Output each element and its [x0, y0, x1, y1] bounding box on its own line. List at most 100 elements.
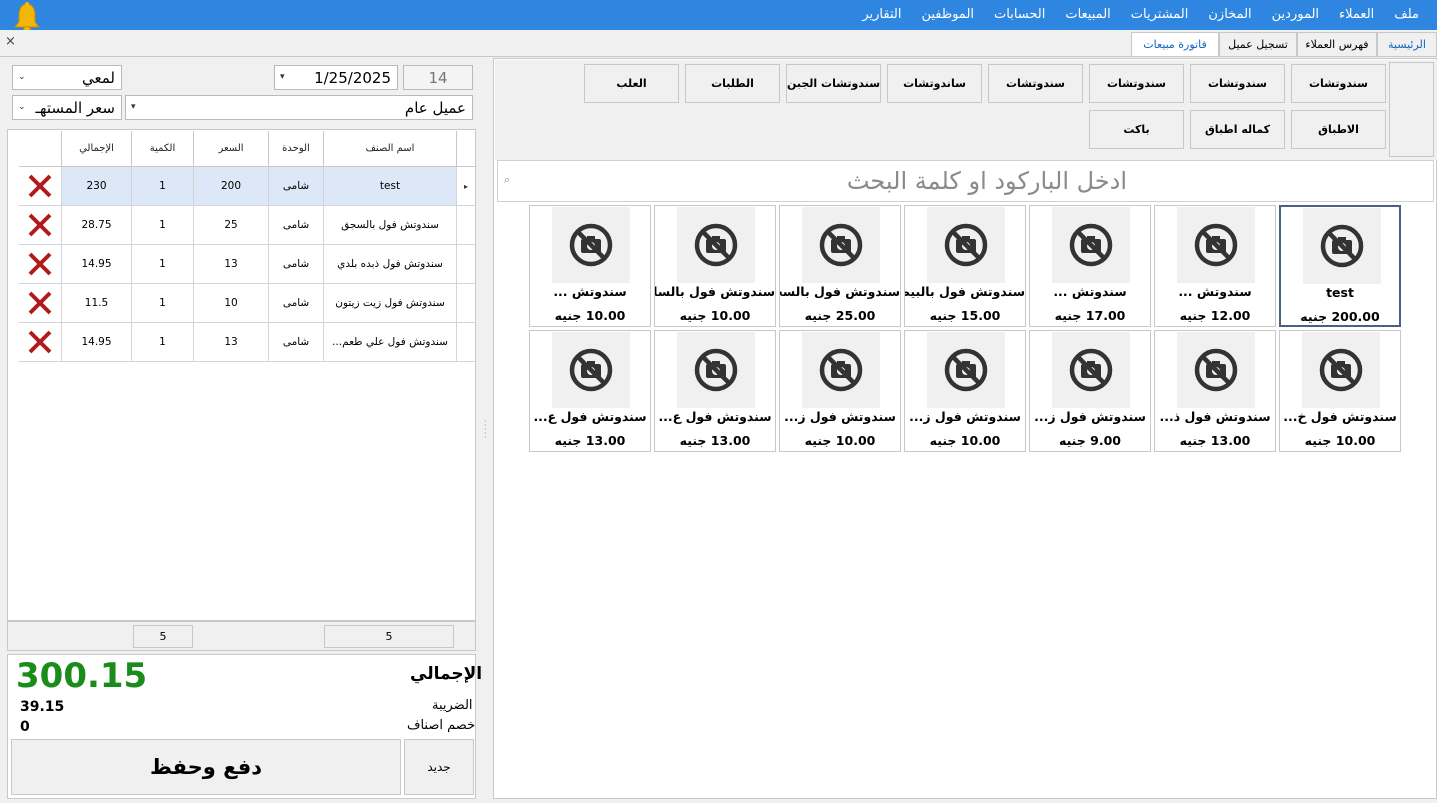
product-tile[interactable]: سندوتش فول ع... 13.00 جنيه: [529, 330, 651, 452]
row-selector[interactable]: [457, 323, 475, 362]
cell-total[interactable]: 14.95: [62, 323, 132, 362]
cell-unit[interactable]: شامى: [269, 323, 324, 362]
cell-price[interactable]: 200: [194, 167, 269, 206]
product-tile[interactable]: سندوتش فول بالبيض 15.00 جنيه: [904, 205, 1026, 327]
search-box[interactable]: ⌕: [497, 160, 1434, 202]
category-button-6[interactable]: سندوتشات الجبن: [786, 64, 881, 103]
row-selector[interactable]: [457, 284, 475, 323]
cell-price[interactable]: 10: [194, 284, 269, 323]
chevron-down-icon[interactable]: ⌄: [18, 102, 26, 112]
product-tile[interactable]: سندوتش فول خ... 10.00 جنيه: [1279, 330, 1401, 452]
cell-name[interactable]: سندوتش فول زيت زيتون: [324, 284, 457, 323]
dropdown-arrow-icon[interactable]: ▾: [280, 72, 285, 82]
tab-home[interactable]: الرئيسية: [1377, 32, 1437, 56]
cell-name[interactable]: سندوتش فول بالسجق: [324, 206, 457, 245]
category-button-7[interactable]: الطلبات: [685, 64, 780, 103]
product-tile[interactable]: test 200.00 جنيه: [1279, 205, 1401, 327]
delete-row-icon[interactable]: [19, 167, 62, 206]
cell-qty[interactable]: 1: [132, 167, 194, 206]
menu-employees[interactable]: الموظفين: [911, 0, 984, 30]
cell-unit[interactable]: شامى: [269, 167, 324, 206]
category-button-4[interactable]: سندوتشات: [988, 64, 1083, 103]
menu-sales[interactable]: المبيعات: [1055, 0, 1120, 30]
menu-file[interactable]: ملف: [1384, 0, 1429, 30]
panel-splitter[interactable]: [481, 58, 493, 799]
tab-sales-invoice[interactable]: فاتورة مبيعات: [1131, 32, 1219, 56]
cell-total[interactable]: 28.75: [62, 206, 132, 245]
column-header-name[interactable]: اسم الصنف: [324, 131, 457, 167]
product-price: 10.00 جنيه: [929, 433, 1001, 448]
category-scroll[interactable]: [1389, 62, 1434, 157]
cell-unit[interactable]: شامى: [269, 245, 324, 284]
row-selector[interactable]: ▸: [457, 167, 475, 206]
price-type-select[interactable]: سعر المستهـ ⌄: [12, 95, 122, 120]
cell-unit[interactable]: شامى: [269, 284, 324, 323]
cell-name[interactable]: test: [324, 167, 457, 206]
row-selector[interactable]: [457, 245, 475, 284]
search-input[interactable]: [498, 161, 1433, 201]
category-button-8[interactable]: العلب: [584, 64, 679, 103]
column-header-qty[interactable]: الكمية: [132, 131, 194, 167]
category-button-3[interactable]: سندوتشات: [1089, 64, 1184, 103]
new-invoice-button[interactable]: جديد: [404, 739, 474, 795]
delete-row-icon[interactable]: [19, 284, 62, 323]
close-icon[interactable]: ×: [5, 34, 16, 49]
cell-qty[interactable]: 1: [132, 245, 194, 284]
product-tile[interactable]: سندوتش فول بالسلطه 10.00 جنيه: [654, 205, 776, 327]
cell-price[interactable]: 13: [194, 323, 269, 362]
pay-and-save-button[interactable]: دفع وحفظ: [11, 739, 401, 795]
cell-price[interactable]: 25: [194, 206, 269, 245]
discount-value: 0: [20, 719, 30, 735]
delete-row-icon[interactable]: [19, 245, 62, 284]
cell-qty[interactable]: 1: [132, 206, 194, 245]
delete-row-icon[interactable]: [19, 323, 62, 362]
product-tile[interactable]: سندوتش فول ز... 9.00 جنيه: [1029, 330, 1151, 452]
branch-select[interactable]: لمعي ⌄: [12, 65, 122, 90]
tab-register-customer[interactable]: تسجيل عميل: [1219, 32, 1297, 56]
product-price: 10.00 جنيه: [1304, 433, 1376, 448]
category-button-10[interactable]: كماله اطباق: [1190, 110, 1285, 149]
dropdown-arrow-icon[interactable]: ▾: [131, 102, 136, 112]
cell-name[interactable]: سندوتش فول ذبده بلدي: [324, 245, 457, 284]
grand-total-value: 300.15: [16, 656, 148, 696]
product-tile[interactable]: سندوتش فول ز... 10.00 جنيه: [904, 330, 1026, 452]
menu-suppliers[interactable]: الموردين: [1262, 0, 1329, 30]
column-header-price[interactable]: السعر: [194, 131, 269, 167]
product-tile[interactable]: سندوتش ... 10.00 جنيه: [529, 205, 651, 327]
category-button-11[interactable]: باكت: [1089, 110, 1184, 149]
category-button-2[interactable]: سندوتشات: [1190, 64, 1285, 103]
tab-customers-index[interactable]: فهرس العملاء: [1297, 32, 1377, 56]
product-tile[interactable]: سندوتش فول ذ... 13.00 جنيه: [1154, 330, 1276, 452]
category-button-9[interactable]: الاطباق: [1291, 110, 1386, 149]
cell-price[interactable]: 13: [194, 245, 269, 284]
product-tile[interactable]: سندوتش ... 17.00 جنيه: [1029, 205, 1151, 327]
row-selector[interactable]: [457, 206, 475, 245]
menu-customers[interactable]: العملاء: [1329, 0, 1384, 30]
cell-name[interactable]: سندوتش فول علي طعم...: [324, 323, 457, 362]
product-tile[interactable]: سندوتش فول ز... 10.00 جنيه: [779, 330, 901, 452]
menu-reports[interactable]: التقارير: [852, 0, 911, 30]
cell-total[interactable]: 14.95: [62, 245, 132, 284]
menu-accounts[interactable]: الحسابات: [984, 0, 1055, 30]
cell-qty[interactable]: 1: [132, 323, 194, 362]
cell-qty[interactable]: 1: [132, 284, 194, 323]
cell-unit[interactable]: شامى: [269, 206, 324, 245]
customer-select[interactable]: عميل عام ▾: [125, 95, 473, 120]
product-price: 9.00 جنيه: [1059, 433, 1121, 448]
cell-total[interactable]: 11.5: [62, 284, 132, 323]
menu-purchases[interactable]: المشتريات: [1121, 0, 1199, 30]
invoice-date-picker[interactable]: 1/25/2025 ▾: [274, 65, 398, 90]
column-header-unit[interactable]: الوحدة: [269, 131, 324, 167]
column-header-total[interactable]: الإجمالي: [62, 131, 132, 167]
product-tile[interactable]: سندوتش فول بالسجق 25.00 جنيه: [779, 205, 901, 327]
product-price: 13.00 جنيه: [554, 433, 626, 448]
category-button-1[interactable]: سندوتشات: [1291, 64, 1386, 103]
product-tile[interactable]: سندوتش ... 12.00 جنيه: [1154, 205, 1276, 327]
product-tile[interactable]: سندوتش فول ع... 13.00 جنيه: [654, 330, 776, 452]
category-button-5[interactable]: ساندوتشات: [887, 64, 982, 103]
delete-row-icon[interactable]: [19, 206, 62, 245]
cell-total[interactable]: 230: [62, 167, 132, 206]
splitter-grip-icon[interactable]: · · · · ·: [484, 418, 487, 442]
chevron-down-icon[interactable]: ⌄: [18, 72, 26, 82]
menu-stores[interactable]: المخازن: [1198, 0, 1261, 30]
